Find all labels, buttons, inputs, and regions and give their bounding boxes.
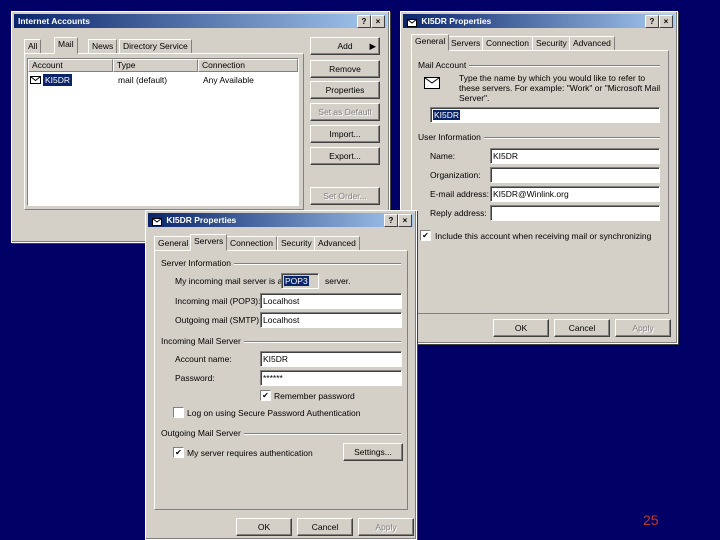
organization-field[interactable] xyxy=(490,167,660,183)
server-auth-label: My server requires authentication xyxy=(187,448,313,458)
outgoing-mail-field[interactable]: Localhost xyxy=(260,312,402,328)
tab-all[interactable]: All xyxy=(24,39,42,54)
mail-account-icon xyxy=(424,75,440,91)
servers-title: KI5DR Properties xyxy=(166,215,237,225)
outgoing-mail-server-group: Outgoing Mail Server xyxy=(161,428,401,438)
tab-directory-service[interactable]: Directory Service xyxy=(119,39,192,54)
tab-security[interactable]: Security xyxy=(532,36,571,51)
tab-general[interactable]: General xyxy=(154,236,193,251)
arrow-right-icon: ▶ xyxy=(369,41,376,51)
apply-button[interactable]: Apply xyxy=(615,319,671,337)
account-name-field[interactable]: KI5DR xyxy=(260,351,402,367)
accounts-list[interactable]: Account Type Connection KI5DR mail (defa… xyxy=(27,58,299,206)
account-name-label: Account name: xyxy=(175,354,232,364)
type-cell: mail (default) xyxy=(118,75,168,85)
cancel-button[interactable]: Cancel xyxy=(297,518,353,536)
close-button[interactable]: × xyxy=(371,15,385,28)
apply-button[interactable]: Apply xyxy=(358,518,414,536)
mail-account-name-field[interactable]: KI5DR xyxy=(430,107,660,123)
server-auth-checkbox[interactable]: ✔ xyxy=(173,447,184,458)
tab-mail[interactable]: Mail xyxy=(54,37,78,54)
ok-button[interactable]: OK xyxy=(236,518,292,536)
column-header-connection[interactable]: Connection xyxy=(198,59,298,72)
ok-button[interactable]: OK xyxy=(493,319,549,337)
name-field[interactable]: KI5DR xyxy=(490,148,660,164)
include-account-checkbox[interactable]: ✔ xyxy=(420,230,431,241)
internet-accounts-window: Internet Accounts ? × All Mail News Dire… xyxy=(11,11,390,243)
general-panel: Mail Account Type the name by which you … xyxy=(411,50,669,314)
set-order-button[interactable]: Set Order... xyxy=(310,187,380,205)
tab-connection[interactable]: Connection xyxy=(482,36,534,51)
tab-connection[interactable]: Connection xyxy=(226,236,278,251)
incoming-mail-label: Incoming mail (POP3): xyxy=(175,296,261,306)
incoming-server-type-field: POP3 xyxy=(281,273,319,289)
tab-advanced[interactable]: Advanced xyxy=(569,36,615,51)
mail-account-group: Mail Account xyxy=(418,60,660,70)
tab-general[interactable]: General xyxy=(411,34,450,51)
remember-password-checkbox[interactable]: ✔ xyxy=(260,390,271,401)
email-address-label: E-mail address: xyxy=(430,189,490,199)
help-button[interactable]: ? xyxy=(384,214,398,227)
password-field[interactable]: ****** xyxy=(260,370,402,386)
accounts-panel: Account Type Connection KI5DR mail (defa… xyxy=(24,53,304,210)
tab-advanced[interactable]: Advanced xyxy=(314,236,360,251)
incoming-type-prefix: My incoming mail server is a xyxy=(175,276,283,286)
close-button[interactable]: × xyxy=(398,214,412,227)
email-address-field[interactable]: KI5DR@Winlink.org xyxy=(490,186,660,202)
general-tabstrip: General Servers Connection Security Adva… xyxy=(411,34,671,51)
mail-account-description: Type the name by which you would like to… xyxy=(459,73,661,103)
export-button[interactable]: Export... xyxy=(310,147,380,165)
mail-account-icon xyxy=(407,17,417,28)
spa-label: Log on using Secure Password Authenticat… xyxy=(187,408,361,418)
settings-button[interactable]: Settings... xyxy=(343,443,403,461)
tab-servers[interactable]: Servers xyxy=(190,234,228,251)
name-label: Name: xyxy=(430,151,456,161)
mail-account-icon xyxy=(30,75,41,84)
properties-button[interactable]: Properties xyxy=(310,81,380,99)
tab-security[interactable]: Security xyxy=(277,236,316,251)
tab-servers[interactable]: Servers xyxy=(447,36,485,51)
reply-address-field[interactable] xyxy=(490,205,660,221)
servers-tabstrip: General Servers Connection Security Adva… xyxy=(154,234,414,251)
servers-titlebar[interactable]: KI5DR Properties ? × xyxy=(148,213,414,227)
reply-address-label: Reply address: xyxy=(430,208,487,218)
accounts-title: Internet Accounts xyxy=(18,16,90,26)
user-information-group: User Information xyxy=(418,132,660,142)
page-number: 25 xyxy=(643,512,659,528)
cancel-button[interactable]: Cancel xyxy=(554,319,610,337)
add-button[interactable]: Add ▶ xyxy=(310,37,380,55)
account-cell: KI5DR xyxy=(43,74,73,86)
tab-news[interactable]: News xyxy=(88,39,118,54)
accounts-titlebar[interactable]: Internet Accounts ? × xyxy=(14,14,387,28)
servers-panel: Server Information My incoming mail serv… xyxy=(154,250,408,510)
table-row[interactable]: KI5DR mail (default) Any Available xyxy=(28,74,296,86)
organization-label: Organization: xyxy=(430,170,481,180)
incoming-type-suffix: server. xyxy=(325,276,351,286)
column-header-account[interactable]: Account xyxy=(28,59,113,72)
close-button[interactable]: × xyxy=(659,15,673,28)
server-information-group: Server Information xyxy=(161,258,401,268)
general-properties-window: KI5DR Properties ? × General Servers Con… xyxy=(400,11,678,344)
column-header-type[interactable]: Type xyxy=(113,59,198,72)
password-label: Password: xyxy=(175,373,215,383)
general-title: KI5DR Properties xyxy=(421,16,492,26)
general-titlebar[interactable]: KI5DR Properties ? × xyxy=(403,14,675,28)
accounts-tabstrip: All Mail News Directory Service xyxy=(24,37,314,54)
incoming-mail-server-group: Incoming Mail Server xyxy=(161,336,401,346)
import-button[interactable]: Import... xyxy=(310,125,380,143)
remember-password-label: Remember password xyxy=(274,391,355,401)
connection-cell: Any Available xyxy=(203,75,254,85)
incoming-mail-field[interactable]: Localhost xyxy=(260,293,402,309)
spa-checkbox[interactable] xyxy=(173,407,184,418)
set-as-default-button[interactable]: Set as Default xyxy=(310,103,380,121)
mail-account-icon xyxy=(152,216,162,227)
help-button[interactable]: ? xyxy=(645,15,659,28)
remove-button[interactable]: Remove xyxy=(310,60,380,78)
include-account-label: Include this account when receiving mail… xyxy=(435,231,652,241)
outgoing-mail-label: Outgoing mail (SMTP): xyxy=(175,315,262,325)
help-button[interactable]: ? xyxy=(357,15,371,28)
servers-properties-window: KI5DR Properties ? × General Servers Con… xyxy=(145,210,417,540)
